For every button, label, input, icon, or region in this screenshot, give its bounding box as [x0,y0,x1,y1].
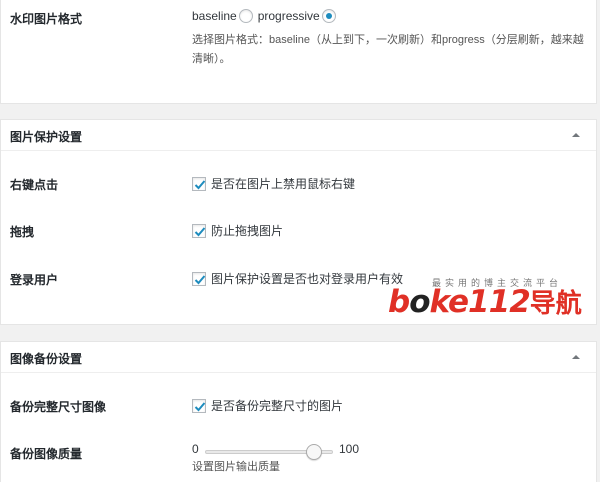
radio-progressive-label[interactable]: progressive [258,9,320,23]
full-size-field: 是否备份完整尺寸的图片 [192,397,343,414]
collapse-arrow-icon[interactable] [570,351,582,363]
right-click-checkbox[interactable] [192,176,206,191]
quality-description: 设置图片输出质量 [192,461,280,473]
logged-in-checkbox-label[interactable]: 图片保护设置是否也对登录用户有效 [211,270,403,287]
full-size-checkbox[interactable] [192,398,206,413]
full-size-checkbox-label[interactable]: 是否备份完整尺寸的图片 [211,397,343,414]
right-click-field: 是否在图片上禁用鼠标右键 [192,175,355,192]
collapse-arrow-icon[interactable] [570,129,582,141]
logged-in-label: 登录用户 [10,273,59,287]
format-label: 水印图片格式 [10,12,83,26]
quality-label: 备份图像质量 [10,447,83,461]
radio-baseline[interactable] [238,9,253,23]
backup-panel-header[interactable]: 图像备份设置 [1,342,596,373]
format-radio-group: baseline progressive [192,9,336,23]
backup-panel: 图像备份设置 备份完整尺寸图像 是否备份完整尺寸的图片 备份图像质量 0 100… [0,341,597,482]
format-panel: 水印图片格式 baseline progressive 选择图片格式：basel… [0,0,597,104]
format-description: 选择图片格式：baseline（从上到下，一次刷新）和progress（分层刷新… [192,34,584,65]
protect-panel-title: 图片保护设置 [10,130,83,144]
logged-in-checkbox[interactable] [192,271,206,286]
right-click-label: 右键点击 [10,178,59,192]
drag-field: 防止拖拽图片 [192,222,283,239]
protect-panel: 图片保护设置 右键点击 是否在图片上禁用鼠标右键 拖拽 防止拖拽图片 登录用户 … [0,119,597,325]
logged-in-field: 图片保护设置是否也对登录用户有效 [192,270,403,287]
radio-progressive[interactable] [321,9,336,23]
full-size-label: 备份完整尺寸图像 [10,400,107,414]
backup-panel-title: 图像备份设置 [10,352,83,366]
radio-baseline-label[interactable]: baseline [192,9,237,23]
right-click-checkbox-label[interactable]: 是否在图片上禁用鼠标右键 [211,175,355,192]
quality-max: 100 [339,442,360,456]
drag-checkbox[interactable] [192,223,206,238]
protect-panel-header[interactable]: 图片保护设置 [1,120,596,151]
drag-label: 拖拽 [10,225,35,239]
quality-min: 0 [192,442,199,456]
drag-checkbox-label[interactable]: 防止拖拽图片 [211,222,283,239]
